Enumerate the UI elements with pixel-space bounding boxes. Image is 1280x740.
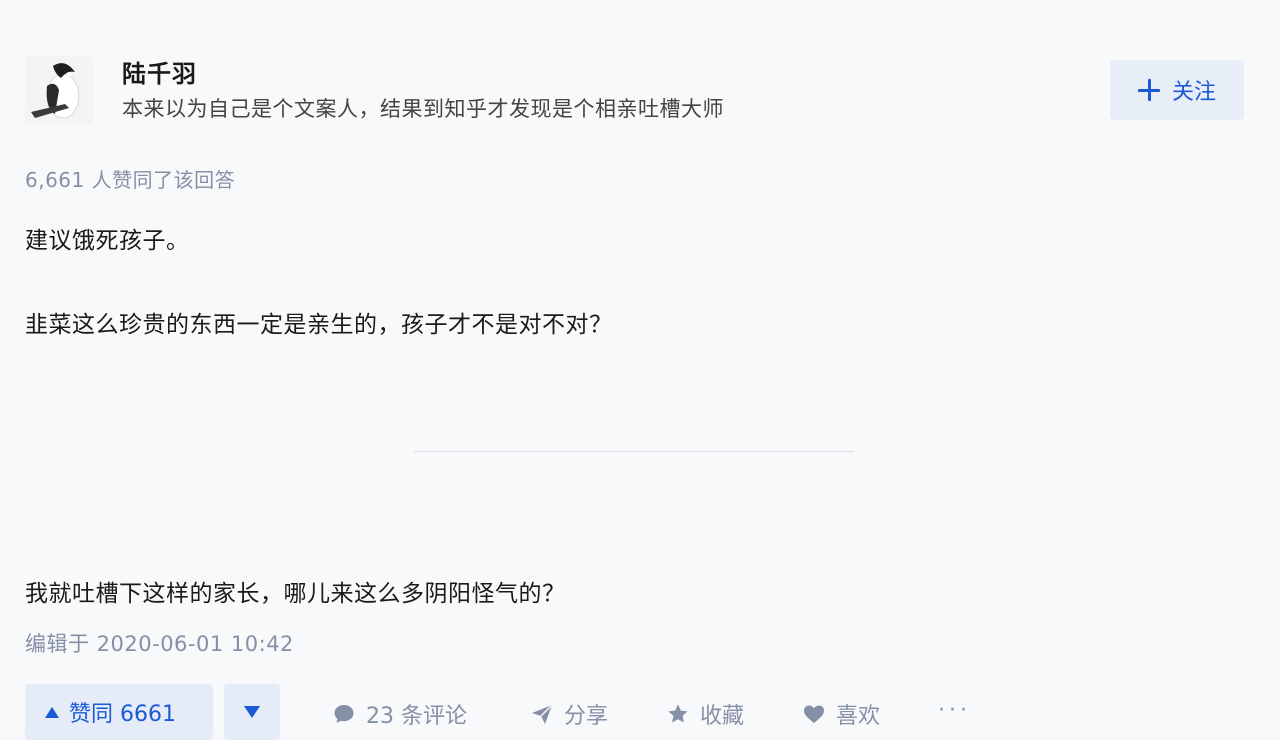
more-icon: ···	[938, 698, 971, 723]
more-button[interactable]: ···	[938, 698, 971, 723]
avatar[interactable]	[25, 56, 93, 124]
edited-time: 编辑于 2020-06-01 10:42	[25, 632, 294, 656]
comment-bubble-icon	[332, 702, 356, 726]
heart-icon	[802, 702, 826, 726]
upvote-label: 赞同 6661	[69, 702, 176, 727]
collect-button[interactable]: 收藏	[666, 698, 744, 730]
answer-paragraph: 建议饿死孩子。	[25, 228, 190, 254]
divider	[414, 451, 854, 452]
plus-icon	[1137, 79, 1160, 101]
like-label: 喜欢	[836, 704, 881, 729]
paper-plane-icon	[530, 702, 554, 726]
share-button[interactable]: 分享	[530, 698, 608, 730]
collect-label: 收藏	[700, 704, 745, 729]
answer-card: 陆千羽 本来以为自己是个文案人，结果到知乎才发现是个相亲吐槽大师 关注 6,66…	[0, 0, 1280, 740]
upvote-arrow-icon	[45, 706, 59, 718]
comment-button[interactable]: 23 条评论	[332, 698, 467, 730]
share-label: 分享	[564, 704, 609, 729]
answer-paragraph: 我就吐槽下这样的家长，哪儿来这么多阴阳怪气的？	[25, 581, 566, 607]
downvote-button[interactable]	[224, 684, 280, 740]
like-button[interactable]: 喜欢	[802, 698, 880, 730]
upvote-button[interactable]: 赞同 6661	[25, 684, 213, 740]
author-bio: 本来以为自己是个文案人，结果到知乎才发现是个相亲吐槽大师	[122, 97, 724, 121]
follow-label: 关注	[1171, 80, 1216, 105]
follow-button[interactable]: 关注	[1110, 60, 1244, 120]
downvote-arrow-icon	[244, 706, 260, 718]
answer-paragraph: 韭菜这么珍贵的东西一定是亲生的，孩子才不是对不对？	[25, 312, 613, 338]
vote-summary: 6,661 人赞同了该回答	[25, 168, 236, 192]
author-name[interactable]: 陆千羽	[122, 54, 197, 89]
comment-label: 23 条评论	[366, 704, 467, 729]
star-icon	[666, 702, 690, 726]
